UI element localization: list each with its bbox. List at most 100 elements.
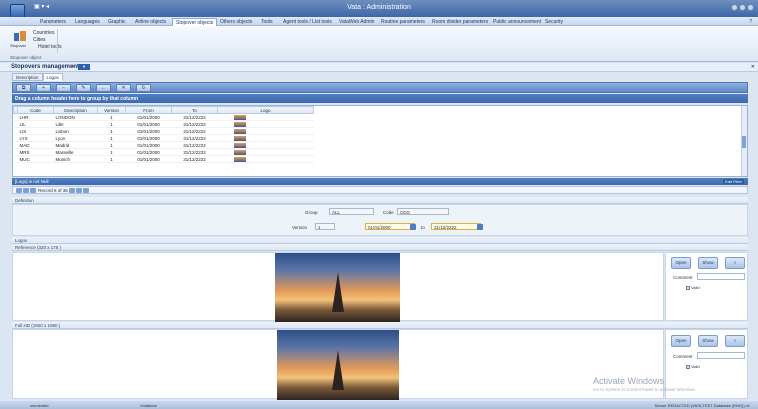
col-header-code[interactable]: Code — [17, 106, 54, 114]
add-button[interactable]: + — [36, 83, 51, 92]
tab-vataweb-admin[interactable]: VataWeb Admin — [339, 19, 374, 25]
copy-button[interactable]: ⧉ — [16, 83, 31, 92]
doc-tab-close-icon[interactable]: ✕ — [71, 64, 75, 70]
reference-comment-field[interactable] — [697, 273, 745, 280]
to-date-calendar-icon[interactable] — [477, 224, 483, 230]
tab-security[interactable]: Security — [545, 19, 563, 25]
last-record-icon[interactable] — [83, 188, 90, 194]
fullhd-valid-checkbox[interactable]: Valid — [686, 364, 700, 369]
doc-tab-menu-icon[interactable]: ▼ — [78, 64, 90, 70]
cell-to[interactable]: 31/12/2222 — [171, 148, 218, 156]
open-reference-button[interactable]: Open — [671, 257, 691, 269]
tab-routine-parameters[interactable]: Routine parameters — [381, 19, 425, 25]
tab-tools[interactable]: Tools — [261, 19, 273, 25]
code-field[interactable]: CDG — [397, 208, 449, 215]
tab-description[interactable]: Description — [12, 73, 43, 81]
tab-languages[interactable]: Languages — [75, 19, 100, 25]
cell-logo[interactable] — [217, 148, 314, 156]
cell-from[interactable]: 01/01/2000 — [125, 127, 172, 135]
stopover-label[interactable]: Stopover — [10, 43, 26, 48]
back-button[interactable]: ← — [96, 83, 111, 92]
cell-code[interactable]: MAD — [17, 141, 54, 149]
cell-description[interactable]: Lyon — [53, 134, 98, 142]
cell-code[interactable]: LIS — [17, 127, 54, 135]
stopover-icon[interactable] — [13, 31, 27, 42]
cell-description[interactable]: Munich — [53, 155, 98, 163]
from-date-calendar-icon[interactable] — [410, 224, 416, 230]
next-record-icon[interactable] — [69, 188, 76, 194]
ribbon-countries[interactable]: Countries — [33, 30, 54, 36]
maximize-icon[interactable] — [739, 4, 746, 11]
cell-from[interactable]: 01/01/2000 — [125, 141, 172, 149]
cell-to[interactable]: 31/12/2222 — [171, 155, 218, 163]
minimize-icon[interactable] — [731, 4, 738, 11]
cell-logo[interactable] — [217, 120, 314, 128]
refresh-button[interactable]: ↻ — [136, 83, 151, 92]
cell-description[interactable]: Marseille — [53, 148, 98, 156]
cell-logo[interactable] — [217, 113, 314, 121]
cell-code[interactable]: LHR — [17, 113, 54, 121]
cell-logo[interactable] — [217, 127, 314, 135]
cell-logo[interactable] — [217, 141, 314, 149]
close-icon[interactable] — [747, 4, 754, 11]
window-controls[interactable] — [731, 4, 754, 11]
cell-to[interactable]: 31/12/2222 — [171, 127, 218, 135]
cell-from[interactable]: 01/01/2000 — [125, 148, 172, 156]
tab-agent-tools[interactable]: Agent tools / List tools — [283, 19, 332, 25]
cell-code[interactable]: MRS — [17, 148, 54, 156]
prev-record-icon[interactable] — [30, 188, 36, 194]
cell-version[interactable]: 1 — [97, 120, 126, 128]
col-header-from[interactable]: From — [125, 106, 172, 114]
cell-from[interactable]: 01/01/2000 — [125, 134, 172, 142]
cell-version[interactable]: 1 — [97, 148, 126, 156]
cell-version[interactable]: 1 — [97, 113, 126, 121]
cell-version[interactable]: 1 — [97, 155, 126, 163]
first-record-icon[interactable] — [16, 188, 22, 194]
checkbox-icon[interactable] — [686, 364, 690, 369]
tab-public-announcement[interactable]: Public announcement — [493, 19, 541, 25]
grid-scrollbar[interactable] — [741, 106, 747, 176]
filter-text[interactable]: [Logo] is not Null — [15, 179, 49, 184]
cancel-button[interactable]: ✕ — [116, 83, 131, 92]
table-row[interactable]: MUC Munich 1 01/01/2000 31/12/2222 — [13, 155, 314, 163]
table-row[interactable]: MRS Marseille 1 01/01/2000 31/12/2222 — [13, 148, 314, 156]
table-row[interactable]: MAD Madrid 1 01/01/2000 31/12/2222 — [13, 141, 314, 149]
cell-version[interactable]: 1 — [97, 134, 126, 142]
cell-code[interactable]: MUC — [17, 155, 54, 163]
clear-fullhd-button[interactable]: ○ — [725, 335, 745, 347]
cell-to[interactable]: 31/12/2222 — [171, 134, 218, 142]
next-page-icon[interactable] — [76, 188, 83, 194]
prev-page-icon[interactable] — [23, 188, 29, 194]
tab-parameters[interactable]: Parameters — [40, 19, 66, 25]
cell-version[interactable]: 1 — [97, 141, 126, 149]
tab-room-divider-parameters[interactable]: Room divider parameters — [432, 19, 488, 25]
open-fullhd-button[interactable]: Open — [671, 335, 691, 347]
cell-version[interactable]: 1 — [97, 127, 126, 135]
to-date-field[interactable]: 31/12/2222 — [431, 223, 481, 230]
edit-filter-button[interactable]: Edit Filter — [723, 179, 744, 184]
cell-to[interactable]: 31/12/2222 — [171, 120, 218, 128]
version-field[interactable]: 1 — [315, 223, 335, 230]
scroll-thumb[interactable] — [742, 136, 746, 148]
cell-description[interactable]: Lille — [53, 120, 98, 128]
tab-others-objects[interactable]: Others objects — [220, 19, 252, 25]
help-icon[interactable]: ? — [749, 19, 752, 25]
cell-to[interactable]: 31/12/2222 — [171, 113, 218, 121]
show-fullhd-button[interactable]: Show — [698, 335, 718, 347]
tab-airline-objects[interactable]: Airline objects — [135, 19, 166, 25]
checkbox-icon[interactable] — [686, 285, 690, 290]
fullhd-comment-field[interactable] — [697, 352, 745, 359]
cell-logo[interactable] — [217, 155, 314, 163]
tab-logos[interactable]: Logos — [42, 73, 63, 81]
col-header-description[interactable]: Description — [53, 106, 98, 114]
cell-from[interactable]: 01/01/2000 — [125, 155, 172, 163]
col-header-to[interactable]: To — [171, 106, 218, 114]
from-date-field[interactable]: 01/01/2000 — [365, 223, 415, 230]
ribbon-cities[interactable]: Cities — [33, 37, 46, 43]
reference-valid-checkbox[interactable]: Valid — [686, 285, 700, 290]
group-by-panel[interactable]: Drag a column header here to group by th… — [12, 94, 748, 103]
tab-graphic[interactable]: Graphic — [108, 19, 126, 25]
edit-button[interactable]: ✎ — [76, 83, 91, 92]
ribbon-hotel-tools[interactable]: Hotel tools — [38, 44, 62, 50]
cell-description[interactable]: Madrid — [53, 141, 98, 149]
